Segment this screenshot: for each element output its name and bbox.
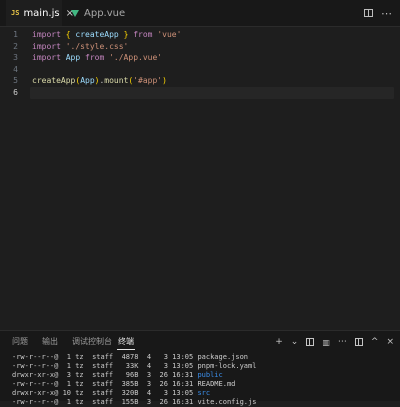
- code-line[interactable]: 2 import './style.css': [0, 41, 400, 53]
- code-line[interactable]: 4: [0, 64, 400, 76]
- maximize-panel-icon[interactable]: [354, 338, 363, 346]
- file-meta: -rw-r--r--@ 1 tz staff 385B 3 26 16:31: [12, 380, 198, 388]
- terminal-line: drwxr-xr-x@ 3 tz staff 96B 3 26 16:31 pu…: [12, 371, 256, 380]
- file-name: src: [197, 389, 211, 397]
- file-meta: drwxr-xr-x@ 3 tz staff 96B 3 26 16:31: [12, 371, 198, 379]
- trash-icon[interactable]: ▥: [322, 338, 330, 347]
- code-token: import: [32, 53, 61, 62]
- code-token: from: [133, 30, 153, 39]
- file-meta: -rw-r--r--@ 1 tz staff 4878 4 3 13:05: [12, 353, 198, 361]
- file-name: package.json: [197, 353, 249, 361]
- code-text: createApp(App).mount('#app'): [32, 75, 167, 87]
- file-name: vite.config.js: [197, 398, 257, 406]
- code-token: mount: [104, 76, 129, 85]
- vue-file-icon: [71, 9, 79, 17]
- js-file-icon: JS: [11, 9, 20, 17]
- line-number: 5: [13, 76, 18, 85]
- line-number: 1: [13, 30, 18, 39]
- code-token: App: [80, 76, 95, 85]
- tab-debug-console[interactable]: 调试控制台: [72, 331, 112, 353]
- code-token: createApp: [75, 30, 119, 39]
- tab-output[interactable]: 输出: [42, 331, 58, 353]
- code-line[interactable]: 5 createApp(App).mount('#app'): [0, 75, 400, 87]
- terminal-line: -rw-r--r--@ 1 tz staff 385B 3 26 16:31 R…: [12, 380, 256, 389]
- editor-tab-bar: JS main.js × App.vue ⋯: [0, 0, 400, 27]
- code-token: import: [32, 41, 61, 51]
- line-number: 2: [13, 41, 18, 51]
- add-terminal-icon[interactable]: +: [275, 337, 283, 347]
- code-token: 'vue': [157, 30, 182, 39]
- tab-label: main.js: [23, 7, 60, 19]
- tab-terminal[interactable]: 终端: [117, 331, 135, 353]
- code-token: createApp: [32, 76, 76, 85]
- code-token: './style.css': [65, 41, 129, 51]
- line-number: 3: [13, 53, 18, 62]
- line-number: 4: [13, 64, 18, 74]
- split-terminal-icon[interactable]: [306, 338, 315, 346]
- file-meta: -rw-r--r--@ 1 tz staff 155B 3 26 16:31: [12, 398, 198, 406]
- panel-actions: + ⌄ ▥ ⋯ ^ ×: [275, 331, 394, 353]
- more-icon[interactable]: ⋯: [338, 337, 347, 347]
- terminal-output[interactable]: -rw-r--r--@ 1 tz staff 4878 4 3 13:05 pa…: [12, 353, 256, 407]
- chevron-down-icon[interactable]: ⌄: [291, 337, 299, 347]
- code-token: '#app': [133, 76, 163, 85]
- chevron-up-icon[interactable]: ^: [371, 337, 379, 347]
- file-name: pnpm-lock.yaml: [197, 362, 257, 370]
- tab-app-vue[interactable]: App.vue: [68, 0, 128, 26]
- terminal-line: -rw-r--r--@ 1 tz staff 33K 4 3 13:05 pnp…: [12, 362, 256, 371]
- code-line[interactable]: 3 import App from './App.vue': [0, 52, 400, 64]
- code-token: import: [32, 30, 61, 39]
- more-icon[interactable]: ⋯: [381, 7, 392, 20]
- code-token: App: [65, 53, 81, 62]
- code-line[interactable]: 6: [0, 86, 400, 99]
- current-line-highlight: [30, 86, 394, 99]
- split-editor-icon[interactable]: [364, 9, 373, 17]
- file-meta: -rw-r--r--@ 1 tz staff 33K 4 3 13:05: [12, 362, 198, 370]
- panel-tab-bar: 问题 输出 调试控制台 终端 + ⌄ ▥ ⋯ ^ ×: [0, 331, 400, 353]
- close-icon[interactable]: ×: [386, 337, 394, 347]
- editor-actions: ⋯: [364, 0, 392, 26]
- tab-problems[interactable]: 问题: [12, 331, 28, 353]
- code-text: import { createApp } from 'vue': [32, 29, 181, 41]
- code-line[interactable]: 1 import { createApp } from 'vue': [0, 29, 400, 41]
- code-text: import './style.css': [32, 41, 128, 53]
- code-token: './App.vue': [109, 53, 163, 62]
- terminal-line: -rw-r--r--@ 1 tz staff 4878 4 3 13:05 pa…: [12, 353, 256, 362]
- code-editor[interactable]: 1 import { createApp } from 'vue' 2 import …: [0, 27, 400, 327]
- line-number: 6: [13, 87, 18, 97]
- file-name: public: [197, 371, 223, 379]
- terminal-line: drwxr-xr-x@ 10 tz staff 320B 4 3 13:05 s…: [12, 389, 256, 398]
- bottom-panel: 问题 输出 调试控制台 终端 + ⌄ ▥ ⋯ ^ × -rw-r--r--@ 1…: [0, 330, 400, 406]
- file-name: README.md: [197, 380, 236, 388]
- file-meta: drwxr-xr-x@ 10 tz staff 320B 4 3 13:05: [12, 389, 198, 397]
- tab-label: App.vue: [84, 7, 126, 19]
- code-token: ): [162, 76, 167, 85]
- code-token: from: [85, 53, 105, 62]
- code-text: import App from './App.vue': [32, 52, 162, 64]
- tab-main-js[interactable]: JS main.js ×: [6, 0, 74, 26]
- terminal-line: -rw-r--r--@ 1 tz staff 155B 3 26 16:31 v…: [12, 398, 256, 407]
